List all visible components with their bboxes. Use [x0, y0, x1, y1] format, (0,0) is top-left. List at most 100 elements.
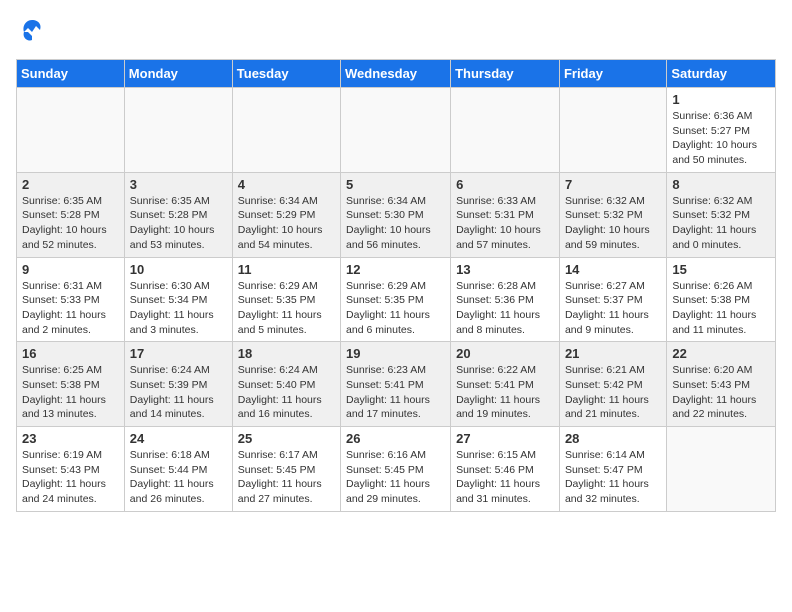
calendar-day: 5 Sunrise: 6:34 AM Sunset: 5:30 PM Daylig… [341, 172, 451, 257]
calendar-day: 1 Sunrise: 6:36 AM Sunset: 5:27 PM Daylig… [667, 88, 776, 173]
day-number: 11 [238, 262, 335, 277]
calendar-day [559, 88, 666, 173]
calendar-week-1: 1 Sunrise: 6:36 AM Sunset: 5:27 PM Daylig… [17, 88, 776, 173]
calendar-week-2: 2 Sunrise: 6:35 AM Sunset: 5:28 PM Daylig… [17, 172, 776, 257]
calendar-day: 17 Sunrise: 6:24 AM Sunset: 5:39 PM Dayli… [124, 342, 232, 427]
calendar-day: 2 Sunrise: 6:35 AM Sunset: 5:28 PM Daylig… [17, 172, 125, 257]
day-info: Sunrise: 6:16 AM Sunset: 5:45 PM Dayligh… [346, 448, 445, 507]
day-number: 15 [672, 262, 770, 277]
day-number: 2 [22, 177, 119, 192]
calendar-day: 22 Sunrise: 6:20 AM Sunset: 5:43 PM Dayli… [667, 342, 776, 427]
calendar-day: 24 Sunrise: 6:18 AM Sunset: 5:44 PM Dayli… [124, 427, 232, 512]
day-info: Sunrise: 6:14 AM Sunset: 5:47 PM Dayligh… [565, 448, 661, 507]
calendar: SundayMondayTuesdayWednesdayThursdayFrid… [16, 59, 776, 512]
calendar-day: 18Sunrise: 6:24 AM Sunset: 5:40 PM Dayli… [232, 342, 340, 427]
day-info: Sunrise: 6:33 AM Sunset: 5:31 PM Dayligh… [456, 194, 554, 253]
day-number: 18 [238, 346, 335, 361]
day-number: 24 [130, 431, 227, 446]
calendar-day: 10 Sunrise: 6:30 AM Sunset: 5:34 PM Dayli… [124, 257, 232, 342]
calendar-day: 27 Sunrise: 6:15 AM Sunset: 5:46 PM Dayli… [451, 427, 560, 512]
day-info: Sunrise: 6:35 AM Sunset: 5:28 PM Dayligh… [130, 194, 227, 253]
calendar-week-3: 9Sunrise: 6:31 AM Sunset: 5:33 PM Daylig… [17, 257, 776, 342]
calendar-day: 23 Sunrise: 6:19 AM Sunset: 5:43 PM Dayli… [17, 427, 125, 512]
day-info: Sunrise: 6:22 AM Sunset: 5:41 PM Dayligh… [456, 363, 554, 422]
day-number: 20 [456, 346, 554, 361]
day-number: 17 [130, 346, 227, 361]
calendar-header-friday: Friday [559, 60, 666, 88]
day-number: 27 [456, 431, 554, 446]
day-number: 3 [130, 177, 227, 192]
day-info: Sunrise: 6:19 AM Sunset: 5:43 PM Dayligh… [22, 448, 119, 507]
day-info: Sunrise: 6:21 AM Sunset: 5:42 PM Dayligh… [565, 363, 661, 422]
calendar-day: 11 Sunrise: 6:29 AM Sunset: 5:35 PM Dayli… [232, 257, 340, 342]
day-info: Sunrise: 6:20 AM Sunset: 5:43 PM Dayligh… [672, 363, 770, 422]
day-info: Sunrise: 6:17 AM Sunset: 5:45 PM Dayligh… [238, 448, 335, 507]
day-info: Sunrise: 6:27 AM Sunset: 5:37 PM Dayligh… [565, 279, 661, 338]
day-info: Sunrise: 6:31 AM Sunset: 5:33 PM Dayligh… [22, 279, 119, 338]
day-info: Sunrise: 6:26 AM Sunset: 5:38 PM Dayligh… [672, 279, 770, 338]
day-number: 13 [456, 262, 554, 277]
calendar-week-5: 23 Sunrise: 6:19 AM Sunset: 5:43 PM Dayli… [17, 427, 776, 512]
day-info: Sunrise: 6:18 AM Sunset: 5:44 PM Dayligh… [130, 448, 227, 507]
day-info: Sunrise: 6:32 AM Sunset: 5:32 PM Dayligh… [565, 194, 661, 253]
day-number: 4 [238, 177, 335, 192]
day-number: 8 [672, 177, 770, 192]
day-info: Sunrise: 6:29 AM Sunset: 5:35 PM Dayligh… [346, 279, 445, 338]
calendar-day: 3 Sunrise: 6:35 AM Sunset: 5:28 PM Daylig… [124, 172, 232, 257]
day-number: 5 [346, 177, 445, 192]
logo [16, 16, 46, 49]
calendar-header-thursday: Thursday [451, 60, 560, 88]
logo-icon [18, 16, 46, 44]
calendar-week-4: 16 Sunrise: 6:25 AM Sunset: 5:38 PM Dayli… [17, 342, 776, 427]
calendar-day [17, 88, 125, 173]
calendar-day: 13 Sunrise: 6:28 AM Sunset: 5:36 PM Dayli… [451, 257, 560, 342]
day-number: 26 [346, 431, 445, 446]
calendar-header-monday: Monday [124, 60, 232, 88]
calendar-header-saturday: Saturday [667, 60, 776, 88]
calendar-day: 12 Sunrise: 6:29 AM Sunset: 5:35 PM Dayli… [341, 257, 451, 342]
calendar-day: 16 Sunrise: 6:25 AM Sunset: 5:38 PM Dayli… [17, 342, 125, 427]
day-number: 1 [672, 92, 770, 107]
day-number: 10 [130, 262, 227, 277]
calendar-day: 4 Sunrise: 6:34 AM Sunset: 5:29 PM Daylig… [232, 172, 340, 257]
calendar-day: 26 Sunrise: 6:16 AM Sunset: 5:45 PM Dayli… [341, 427, 451, 512]
day-info: Sunrise: 6:28 AM Sunset: 5:36 PM Dayligh… [456, 279, 554, 338]
calendar-day: 25 Sunrise: 6:17 AM Sunset: 5:45 PM Dayli… [232, 427, 340, 512]
day-info: Sunrise: 6:15 AM Sunset: 5:46 PM Dayligh… [456, 448, 554, 507]
day-number: 21 [565, 346, 661, 361]
calendar-day: 15 Sunrise: 6:26 AM Sunset: 5:38 PM Dayli… [667, 257, 776, 342]
day-info: Sunrise: 6:32 AM Sunset: 5:32 PM Dayligh… [672, 194, 770, 253]
calendar-day [451, 88, 560, 173]
day-number: 23 [22, 431, 119, 446]
calendar-header-tuesday: Tuesday [232, 60, 340, 88]
calendar-day [232, 88, 340, 173]
day-number: 19 [346, 346, 445, 361]
page-header [16, 16, 776, 49]
day-info: Sunrise: 6:36 AM Sunset: 5:27 PM Dayligh… [672, 109, 770, 168]
calendar-day: 9Sunrise: 6:31 AM Sunset: 5:33 PM Daylig… [17, 257, 125, 342]
day-number: 14 [565, 262, 661, 277]
day-number: 28 [565, 431, 661, 446]
day-info: Sunrise: 6:34 AM Sunset: 5:29 PM Dayligh… [238, 194, 335, 253]
calendar-day: 6Sunrise: 6:33 AM Sunset: 5:31 PM Daylig… [451, 172, 560, 257]
calendar-header-row: SundayMondayTuesdayWednesdayThursdayFrid… [17, 60, 776, 88]
day-number: 22 [672, 346, 770, 361]
calendar-day: 7 Sunrise: 6:32 AM Sunset: 5:32 PM Daylig… [559, 172, 666, 257]
calendar-day [667, 427, 776, 512]
day-info: Sunrise: 6:25 AM Sunset: 5:38 PM Dayligh… [22, 363, 119, 422]
day-info: Sunrise: 6:34 AM Sunset: 5:30 PM Dayligh… [346, 194, 445, 253]
day-number: 12 [346, 262, 445, 277]
calendar-day: 14 Sunrise: 6:27 AM Sunset: 5:37 PM Dayli… [559, 257, 666, 342]
calendar-day: 8 Sunrise: 6:32 AM Sunset: 5:32 PM Daylig… [667, 172, 776, 257]
day-number: 16 [22, 346, 119, 361]
day-info: Sunrise: 6:23 AM Sunset: 5:41 PM Dayligh… [346, 363, 445, 422]
calendar-header-sunday: Sunday [17, 60, 125, 88]
day-info: Sunrise: 6:30 AM Sunset: 5:34 PM Dayligh… [130, 279, 227, 338]
day-info: Sunrise: 6:29 AM Sunset: 5:35 PM Dayligh… [238, 279, 335, 338]
day-info: Sunrise: 6:35 AM Sunset: 5:28 PM Dayligh… [22, 194, 119, 253]
day-number: 7 [565, 177, 661, 192]
calendar-day: 19 Sunrise: 6:23 AM Sunset: 5:41 PM Dayli… [341, 342, 451, 427]
day-number: 25 [238, 431, 335, 446]
day-info: Sunrise: 6:24 AM Sunset: 5:39 PM Dayligh… [130, 363, 227, 422]
calendar-day: 28 Sunrise: 6:14 AM Sunset: 5:47 PM Dayli… [559, 427, 666, 512]
